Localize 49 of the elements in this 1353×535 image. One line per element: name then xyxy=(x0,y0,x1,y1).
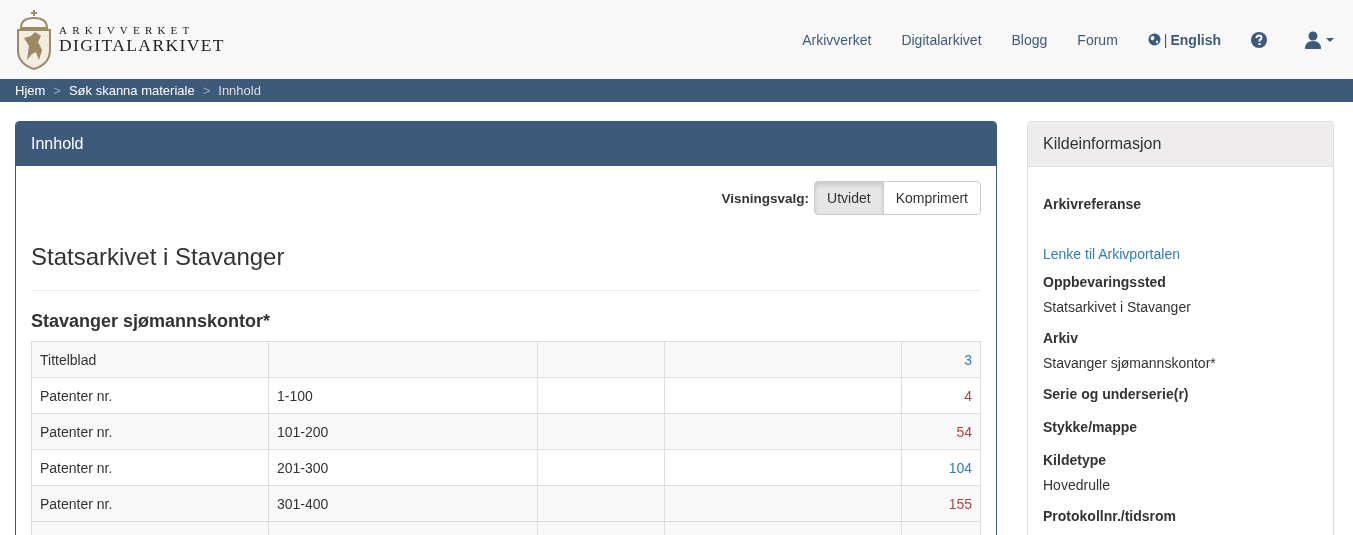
section-heading: Stavanger sjømannskontor* xyxy=(31,311,272,332)
nav-link[interactable]: Blogg xyxy=(1011,31,1048,48)
breadcrumb-separator: > xyxy=(53,83,61,98)
view-option-button[interactable]: Utvidet xyxy=(814,181,884,215)
table-cell: 301-400 xyxy=(268,485,538,522)
user-menu-icon[interactable] xyxy=(1305,30,1335,49)
breadcrumb-separator: > xyxy=(202,83,211,98)
view-option-button[interactable]: Komprimert xyxy=(882,181,981,215)
globe-icon xyxy=(1147,33,1161,46)
field-label: Arkiv xyxy=(1043,329,1079,348)
nav-link[interactable]: Arkivverket xyxy=(802,31,872,48)
field-value: Stavanger sjømannskontor* xyxy=(1043,354,1216,373)
field-label: Protokollnr./tidsrom xyxy=(1043,507,1176,526)
language-link[interactable]: English xyxy=(1170,31,1221,48)
page-link[interactable]: 4 xyxy=(964,387,972,404)
page-link[interactable]: 54 xyxy=(956,423,972,440)
nav-link[interactable]: Forum xyxy=(1077,31,1118,48)
field-value: Statsarkivet i Stavanger xyxy=(1043,298,1191,317)
table-cell: Patenter nr. xyxy=(31,413,269,450)
field-label: Stykke/mappe xyxy=(1043,418,1138,437)
view-label: Visningsvalg: xyxy=(721,190,810,206)
coat-of-arms-icon xyxy=(15,7,53,70)
breadcrumb-link[interactable]: Hjem xyxy=(15,83,46,98)
field-label: Kildetype xyxy=(1043,451,1106,470)
breadcrumb-link[interactable]: Søk skanna materiale xyxy=(68,83,195,98)
breadcrumb-current: Innhold xyxy=(218,83,261,98)
help-icon[interactable] xyxy=(1251,31,1267,48)
table-cell: 101-200 xyxy=(268,413,538,450)
field-label: Arkivreferanse xyxy=(1043,195,1142,214)
table-cell: Patenter nr. xyxy=(31,449,269,486)
table-cell: 1-100 xyxy=(268,377,538,414)
field-label: Serie og underserie(r) xyxy=(1043,385,1189,404)
table-cell: Patenter nr. xyxy=(31,377,269,414)
table-cell: Tittelblad xyxy=(31,341,269,378)
panel-title: Kildeinformasjon xyxy=(1043,135,1162,153)
table-cell: 201-300 xyxy=(268,449,538,486)
field-label: Oppbevaringssted xyxy=(1043,273,1166,292)
page-link[interactable]: 155 xyxy=(948,495,972,512)
table-cell: Patenter nr. xyxy=(31,485,269,522)
logo-title: DIGITALARKIVET xyxy=(59,35,225,54)
archive-portal-link[interactable]: Lenke til Arkivportalen xyxy=(1043,244,1180,264)
logo-subtitle: ARKIVVERKET xyxy=(59,23,196,36)
page-link[interactable]: 104 xyxy=(948,459,972,476)
nav-separator: | xyxy=(1163,31,1168,48)
nav-link[interactable]: Digitalarkivet xyxy=(901,31,982,48)
field-value: Hovedrulle xyxy=(1043,476,1110,495)
page-heading: Statsarkivet i Stavanger xyxy=(31,243,286,271)
panel-title: Innhold xyxy=(31,135,84,153)
page-link[interactable]: 3 xyxy=(964,351,972,368)
